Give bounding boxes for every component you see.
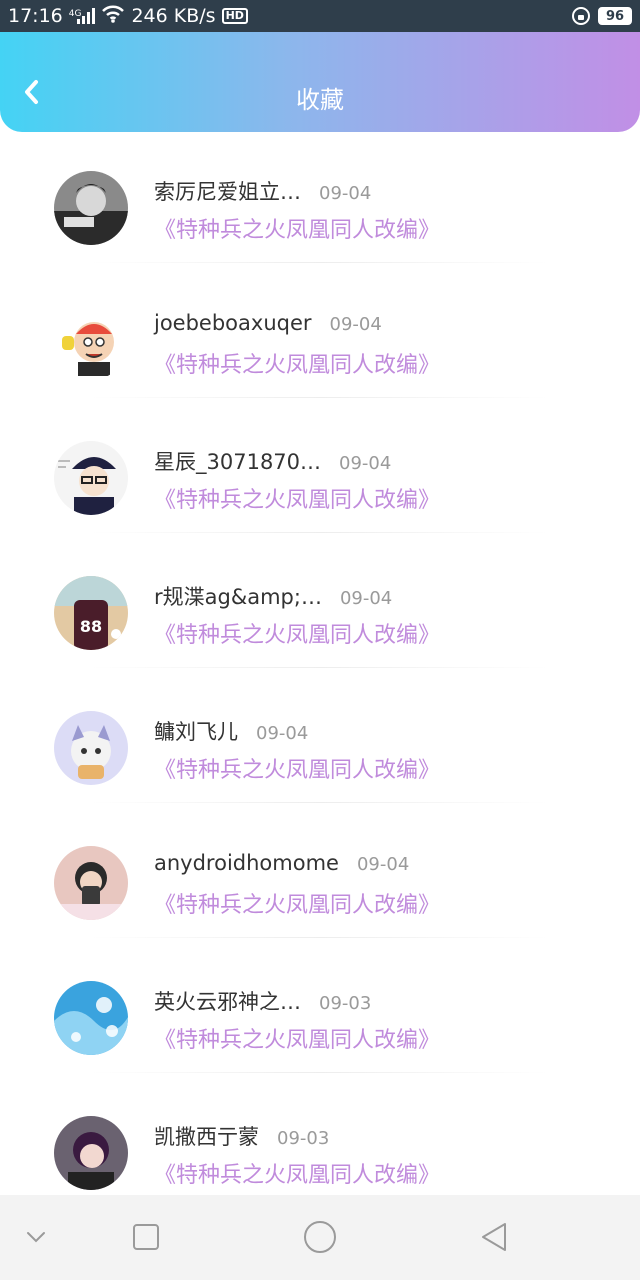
signal-icon: 4G [69,8,96,24]
date: 09-03 [319,993,372,1014]
divider [90,262,550,263]
navigation-bar [0,1195,640,1280]
novel-title[interactable]: 《特种兵之火凤凰同人改编》 [154,1022,440,1054]
battery-icon: 96 [598,7,632,25]
avatar[interactable]: 88 [54,576,128,650]
hd-icon: HD [221,8,248,24]
circle-home-icon [304,1221,336,1253]
date: 09-04 [329,314,382,335]
wifi-icon [101,5,125,28]
date: 09-04 [356,854,410,875]
item-header: anydroidhomome 09-04 [154,851,409,875]
username: joebeboaxuqer [154,311,312,335]
list-item[interactable]: 英火云邪神之… 09-03 《特种兵之火凤凰同人改编》 [0,962,640,1097]
header-bar: 收藏 [0,32,640,132]
novel-title[interactable]: 《特种兵之火凤凰同人改编》 [154,617,440,649]
date: 09-03 [277,1128,330,1149]
avatar[interactable] [54,306,128,380]
item-header: r规渫ag&amp;… 09-04 [154,581,392,611]
item-header: 索厉尼爱姐立… 09-04 [154,176,371,206]
avatar[interactable] [54,981,128,1055]
avatar[interactable] [54,846,128,920]
rotation-lock-icon [572,7,590,25]
item-header: 凯撒西亍蒙 09-03 [154,1121,329,1151]
novel-title[interactable]: 《特种兵之火凤凰同人改编》 [154,482,440,514]
divider [90,937,550,938]
home-button[interactable] [298,1215,342,1259]
item-header: 英火云邪神之… 09-03 [154,986,371,1016]
recent-apps-button[interactable] [124,1215,168,1259]
divider [90,397,550,398]
list-item[interactable]: joebeboaxuqer 09-04 《特种兵之火凤凰同人改编》 [0,287,640,422]
username: r规渫ag&amp;… [154,585,322,609]
username: 英火云邪神之… [154,990,301,1014]
username: 凯撒西亍蒙 [154,1125,259,1149]
status-bar: 17:16 4G 246 KB/s HD 96 [0,0,640,32]
novel-title[interactable]: 《特种兵之火凤凰同人改编》 [154,1157,440,1189]
avatar[interactable] [54,171,128,245]
divider [90,532,550,533]
novel-title[interactable]: 《特种兵之火凤凰同人改编》 [154,212,440,244]
list-item[interactable]: 鳙刘飞儿 09-04 《特种兵之火凤凰同人改编》 [0,692,640,827]
avatar[interactable] [54,711,128,785]
favorites-list: 索厉尼爱姐立… 09-04 《特种兵之火凤凰同人改编》 joebeboaxuqe… [0,152,640,1232]
item-header: 鳙刘飞儿 09-04 [154,716,308,746]
username: 索厉尼爱姐立… [154,180,301,204]
battery-level: 96 [605,8,625,24]
list-item[interactable]: 88 r规渫ag&amp;… 09-04 《特种兵之火凤凰同人改编》 [0,557,640,692]
novel-title[interactable]: 《特种兵之火凤凰同人改编》 [154,752,440,784]
list-item[interactable]: 索厉尼爱姐立… 09-04 《特种兵之火凤凰同人改编》 [0,152,640,287]
username: 鳙刘飞儿 [154,720,238,744]
item-header: joebeboaxuqer 09-04 [154,311,382,335]
date: 09-04 [256,723,309,744]
avatar[interactable] [54,1116,128,1190]
date: 09-04 [319,183,372,204]
square-recent-icon [133,1224,159,1250]
status-time: 17:16 [8,5,63,27]
status-right: 96 [572,7,632,25]
hide-nav-button[interactable] [14,1215,58,1259]
list-item[interactable]: anydroidhomome 09-04 《特种兵之火凤凰同人改编》 [0,827,640,962]
novel-title[interactable]: 《特种兵之火凤凰同人改编》 [154,347,440,379]
divider [90,802,550,803]
date: 09-04 [339,588,393,609]
list-item[interactable]: 星辰_3071870… 09-04 《特种兵之火凤凰同人改编》 [0,422,640,557]
username: anydroidhomome [154,851,339,875]
network-type: 4G [68,9,82,19]
item-header: 星辰_3071870… 09-04 [154,446,391,476]
date: 09-04 [339,453,392,474]
page-title: 收藏 [296,86,344,114]
username: 星辰_3071870… [154,450,322,474]
novel-title[interactable]: 《特种兵之火凤凰同人改编》 [154,887,440,919]
avatar[interactable] [54,441,128,515]
triangle-back-icon [482,1223,506,1251]
status-left: 17:16 4G 246 KB/s HD [8,5,248,28]
svg-text:88: 88 [80,617,102,636]
chevron-down-icon [27,1232,45,1243]
network-speed: 246 KB/s [131,5,216,27]
divider [90,1072,550,1073]
divider [90,667,550,668]
back-nav-button[interactable] [472,1215,516,1259]
